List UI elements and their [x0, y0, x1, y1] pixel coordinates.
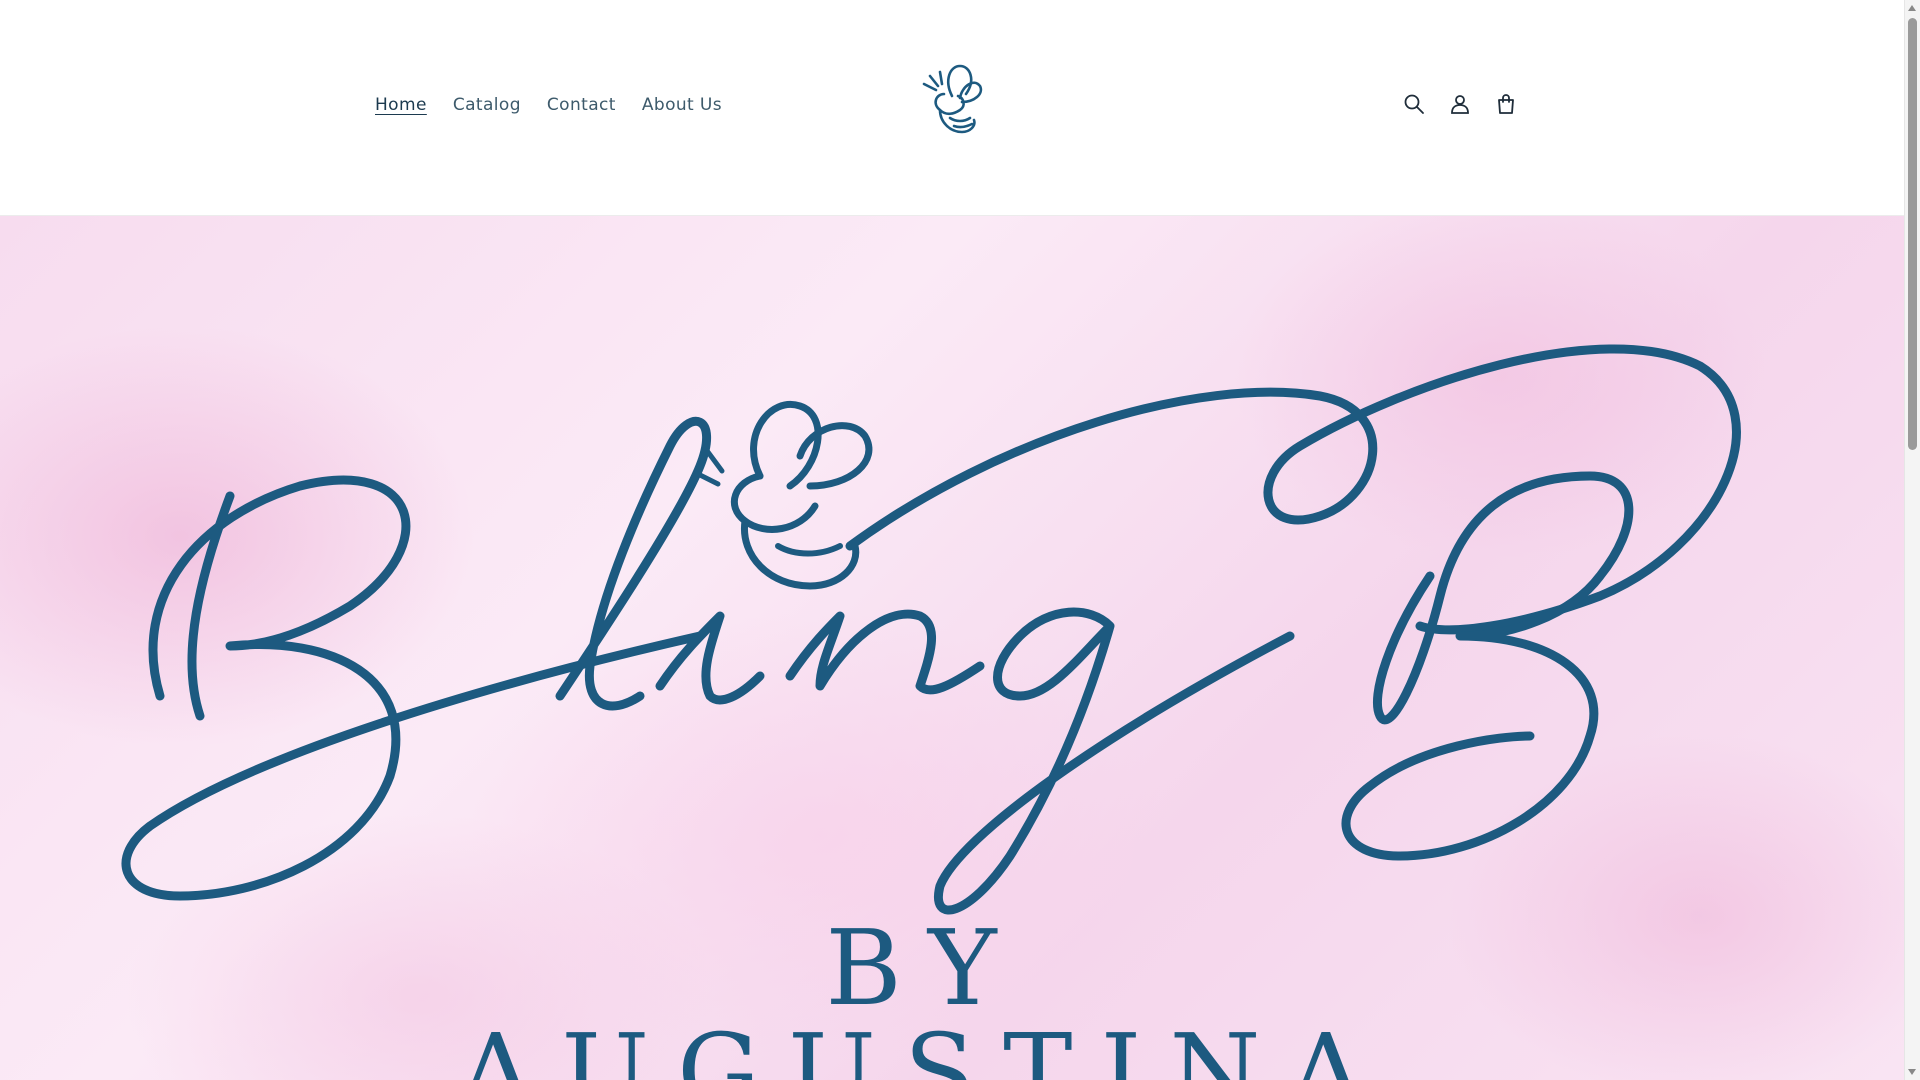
bee-logo-icon[interactable] [914, 60, 990, 140]
nav-catalog-link[interactable]: Catalog [453, 93, 521, 117]
scroll-up-arrow-icon[interactable] [1908, 5, 1916, 11]
main-nav: Home Catalog Contact About Us [375, 93, 722, 117]
page: Home Catalog Contact About Us BY AUGUSTI… [0, 0, 1905, 1080]
scroll-thumb[interactable] [1908, 18, 1917, 450]
header-icons [1400, 90, 1520, 118]
scroll-down-arrow-icon[interactable] [1908, 1069, 1916, 1075]
nav-home-link[interactable]: Home [375, 93, 427, 117]
search-icon[interactable] [1400, 90, 1428, 118]
account-icon[interactable] [1446, 90, 1474, 118]
site-header: Home Catalog Contact About Us [0, 0, 1905, 216]
nav-about-link[interactable]: About Us [642, 93, 722, 117]
hero-banner: BY AUGUSTINA [0, 216, 1905, 1080]
hero-subtitle: BY AUGUSTINA [458, 907, 1392, 1080]
page-scrollbar[interactable] [1904, 0, 1920, 1080]
cart-icon[interactable] [1492, 90, 1520, 118]
nav-contact-link[interactable]: Contact [547, 93, 616, 117]
